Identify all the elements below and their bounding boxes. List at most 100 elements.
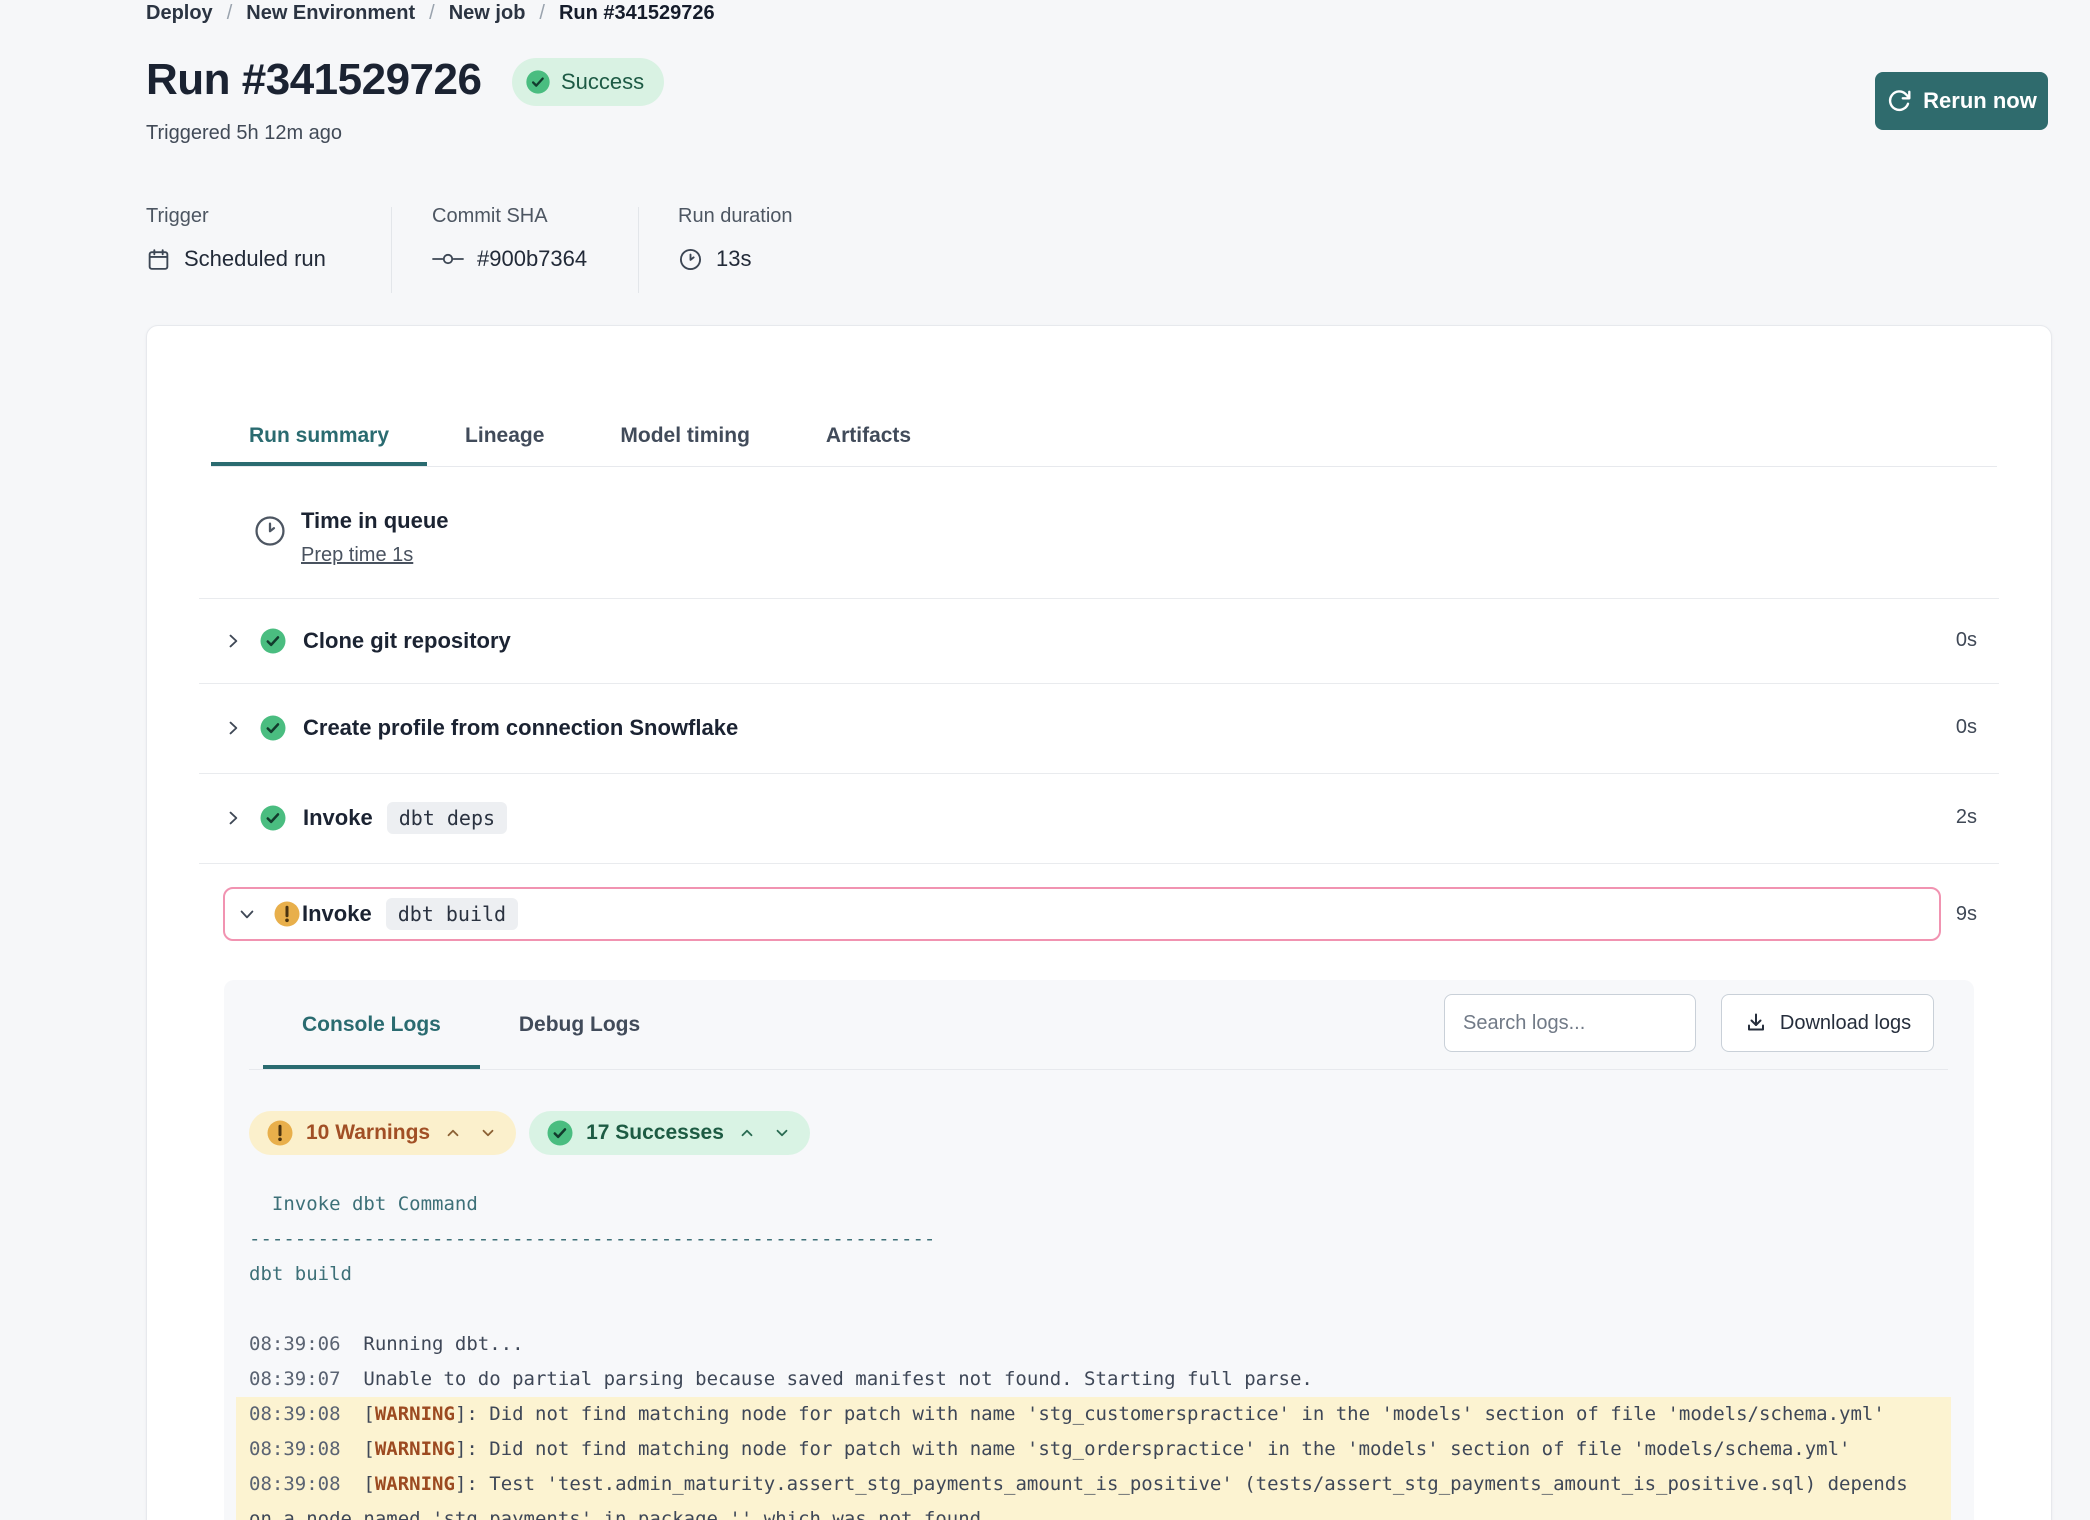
warning-label: WARNING xyxy=(375,1473,455,1495)
breadcrumb-new-job[interactable]: New job xyxy=(449,2,526,25)
step-duration: 0s xyxy=(1956,716,1977,739)
triggered-timestamp: Triggered 5h 12m ago xyxy=(146,122,342,145)
log-message: Running dbt... xyxy=(363,1333,523,1355)
success-check-icon xyxy=(258,803,288,833)
breadcrumb-new-environment[interactable]: New Environment xyxy=(246,2,415,25)
rerun-now-button[interactable]: Rerun now xyxy=(1875,72,2048,130)
download-icon xyxy=(1744,1011,1768,1035)
step-command-pill: dbt deps xyxy=(387,802,507,834)
breadcrumb-deploy[interactable]: Deploy xyxy=(146,2,213,25)
page-title: Run #341529726 xyxy=(146,50,481,110)
clock-icon xyxy=(678,247,703,272)
queue-title: Time in queue xyxy=(301,508,449,534)
warning-label: WARNING xyxy=(375,1403,455,1425)
commit-icon xyxy=(432,251,464,267)
calendar-icon xyxy=(146,247,171,272)
refresh-icon xyxy=(1886,88,1912,114)
log-line: 08:39:08 [WARNING]: Did not find matchin… xyxy=(236,1432,1951,1467)
step-row-invoke-dbt-deps[interactable]: Invoke dbt deps xyxy=(199,773,1999,863)
log-lines: Invoke dbt Command----------------------… xyxy=(249,1187,1921,1520)
step-row-create-profile[interactable]: Create profile from connection Snowflake xyxy=(199,683,1999,773)
commit-label: Commit SHA xyxy=(432,205,587,228)
log-message: [WARNING]: Did not find matching node fo… xyxy=(363,1438,1850,1460)
log-filter-badges: 10 Warnings 17 Successes xyxy=(249,1111,810,1155)
download-logs-button[interactable]: Download logs xyxy=(1721,994,1934,1052)
successes-count: 17 Successes xyxy=(586,1121,724,1145)
log-timestamp: 08:39:08 xyxy=(249,1403,341,1425)
log-panel: Console Logs Debug Logs Download logs 10… xyxy=(224,980,1974,1520)
meta-commit: Commit SHA #900b7364 xyxy=(432,205,587,272)
success-check-icon xyxy=(258,626,288,656)
warning-label: WARNING xyxy=(375,1438,455,1460)
tab-artifacts[interactable]: Artifacts xyxy=(788,410,949,466)
trigger-value: Scheduled run xyxy=(184,246,326,272)
search-logs-input[interactable] xyxy=(1444,994,1696,1052)
duration-value: 13s xyxy=(716,246,751,272)
successes-prev-chevron-up-icon[interactable] xyxy=(735,1124,759,1142)
step-row-invoke-dbt-build-selected[interactable]: Invoke dbt build xyxy=(223,887,1941,941)
step-duration: 2s xyxy=(1956,806,1977,829)
success-check-icon xyxy=(524,68,552,96)
log-line xyxy=(249,1292,1921,1327)
chevron-right-icon[interactable] xyxy=(223,631,243,651)
tab-debug-logs[interactable]: Debug Logs xyxy=(480,980,679,1069)
prep-time-link[interactable]: Prep time 1s xyxy=(301,544,413,567)
log-timestamp: 08:39:08 xyxy=(249,1473,341,1495)
step-duration: 9s xyxy=(1956,903,1977,926)
commit-value: #900b7364 xyxy=(477,246,587,272)
meta-duration: Run duration 13s xyxy=(678,205,793,272)
log-line: ----------------------------------------… xyxy=(249,1222,1921,1257)
run-summary-card: Run summary Lineage Model timing Artifac… xyxy=(146,325,2052,1520)
breadcrumb-separator: / xyxy=(539,2,545,25)
tab-console-logs[interactable]: Console Logs xyxy=(263,980,480,1069)
duration-label: Run duration xyxy=(678,205,793,228)
chevron-down-icon[interactable] xyxy=(237,904,257,924)
step-duration: 0s xyxy=(1956,629,1977,652)
breadcrumb: Deploy / New Environment / New job / Run… xyxy=(146,2,715,25)
warnings-prev-chevron-up-icon[interactable] xyxy=(441,1124,465,1142)
warnings-next-chevron-down-icon[interactable] xyxy=(476,1124,500,1142)
successes-next-chevron-down-icon[interactable] xyxy=(770,1124,794,1142)
breadcrumb-separator: / xyxy=(429,2,435,25)
log-timestamp: 08:39:06 xyxy=(249,1333,341,1355)
tab-lineage[interactable]: Lineage xyxy=(427,410,582,466)
step-name: Create profile from connection Snowflake xyxy=(303,715,738,741)
chevron-right-icon[interactable] xyxy=(223,808,243,828)
log-message: Unable to do partial parsing because sav… xyxy=(363,1368,1312,1390)
status-badge-label: Success xyxy=(561,69,644,95)
log-message: [WARNING]: Test 'test.admin_maturity.ass… xyxy=(249,1473,1919,1520)
warnings-filter-badge[interactable]: 10 Warnings xyxy=(249,1111,516,1155)
log-line: 08:39:08 [WARNING]: Test 'test.admin_mat… xyxy=(236,1467,1951,1520)
step-row-clone-git-repository[interactable]: Clone git repository xyxy=(199,598,1999,683)
log-line: Invoke dbt Command xyxy=(249,1187,1921,1222)
log-line: 08:39:07 Unable to do partial parsing be… xyxy=(249,1362,1921,1397)
chevron-right-icon[interactable] xyxy=(223,718,243,738)
download-logs-label: Download logs xyxy=(1780,1012,1911,1035)
status-badge: Success xyxy=(512,58,664,106)
step-name: Clone git repository xyxy=(303,628,511,654)
step-name: Invoke xyxy=(303,805,373,831)
run-tabs: Run summary Lineage Model timing Artifac… xyxy=(211,410,1997,467)
breadcrumb-separator: / xyxy=(227,2,233,25)
warnings-count: 10 Warnings xyxy=(306,1121,430,1145)
success-check-icon xyxy=(545,1118,575,1148)
meta-divider xyxy=(638,207,639,293)
log-line: 08:39:06 Running dbt... xyxy=(249,1327,1921,1362)
tab-run-summary[interactable]: Run summary xyxy=(211,410,427,466)
rerun-now-label: Rerun now xyxy=(1923,88,2037,114)
step-name: Invoke xyxy=(302,901,372,927)
success-check-icon xyxy=(258,713,288,743)
meta-trigger: Trigger Scheduled run xyxy=(146,205,326,272)
log-line: 08:39:08 [WARNING]: Did not find matchin… xyxy=(236,1397,1951,1432)
warning-icon xyxy=(265,1118,295,1148)
trigger-label: Trigger xyxy=(146,205,326,228)
log-line: dbt build xyxy=(249,1257,1921,1292)
breadcrumb-current-run: Run #341529726 xyxy=(559,2,715,25)
tab-model-timing[interactable]: Model timing xyxy=(582,410,788,466)
row-divider xyxy=(199,863,1999,864)
log-timestamp: 08:39:07 xyxy=(249,1368,341,1390)
meta-divider xyxy=(391,207,392,293)
log-timestamp: 08:39:08 xyxy=(249,1438,341,1460)
successes-filter-badge[interactable]: 17 Successes xyxy=(529,1111,810,1155)
warning-icon xyxy=(272,899,302,929)
